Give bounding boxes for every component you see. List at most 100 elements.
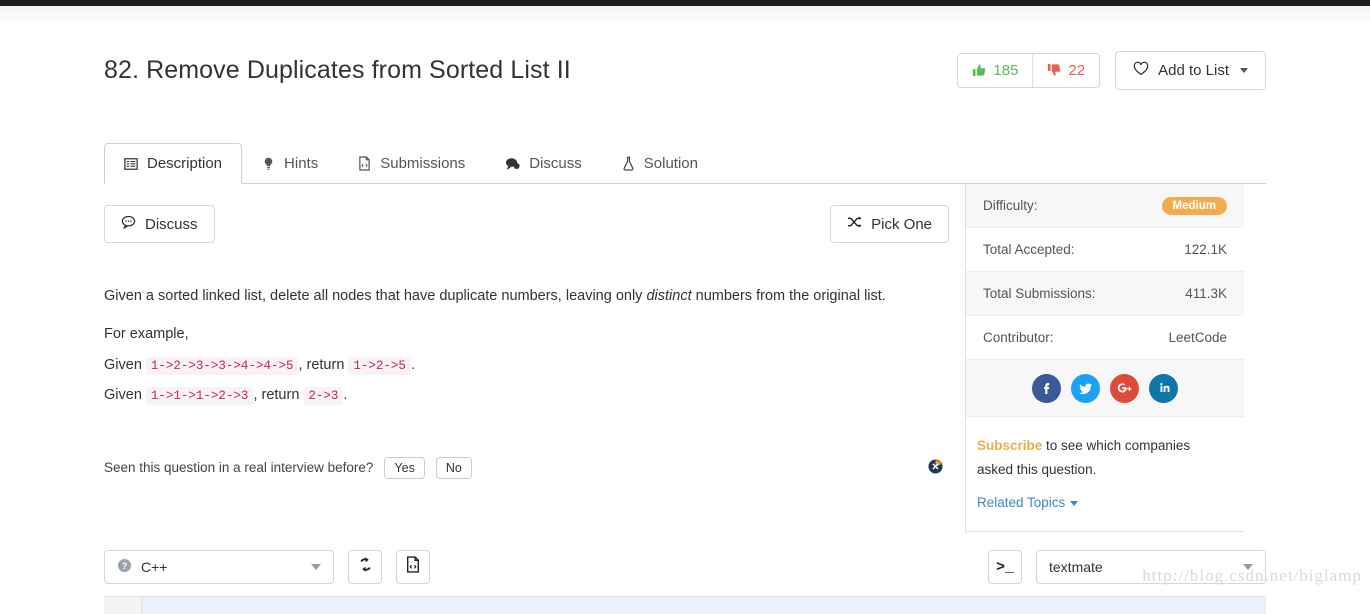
close-icon[interactable] (928, 459, 943, 474)
editor-active-line[interactable] (142, 597, 1266, 614)
example-row: Given 1->1->1->2->3, return 2->3. (104, 384, 949, 406)
interview-question-label: Seen this question in a real interview b… (104, 460, 374, 476)
stat-value: 411.3K (1185, 286, 1227, 301)
stat-label: Difficulty: (983, 198, 1038, 213)
intro-after: numbers from the original list. (691, 288, 886, 304)
intro-before: Given a sorted linked list, delete all n… (104, 288, 647, 304)
downvote-button[interactable]: 22 (1033, 53, 1100, 87)
stat-row-total-accepted: Total Accepted: 122.1K (966, 228, 1244, 272)
sidebar-divider (966, 530, 1244, 532)
example-input: 1->1->1->2->3 (145, 387, 254, 406)
tab-discuss[interactable]: Discuss (485, 143, 602, 184)
example-input: 1->2->3->3->4->4->5 (145, 356, 299, 375)
chevron-down-icon (1070, 500, 1079, 506)
social-share-row (966, 360, 1244, 417)
for-example-label: For example, (104, 326, 189, 343)
period: . (410, 356, 415, 373)
related-topics-link[interactable]: Related Topics (977, 491, 1079, 515)
content-split: Discuss Pick One Given a sorted linked l… (104, 184, 1266, 534)
upvote-button[interactable]: 185 (958, 53, 1034, 87)
interview-yes-button[interactable]: Yes (384, 456, 425, 479)
chevron-down-icon (1243, 564, 1253, 570)
thumbs-down-icon (1047, 63, 1061, 77)
interview-question-row: Seen this question in a real interview b… (104, 456, 949, 479)
intro-italic: distinct (646, 288, 692, 304)
subscribe-block: Subscribe to see which companies asked t… (966, 417, 1244, 531)
example-output: 2->3 (303, 387, 344, 406)
content-toolbar: Discuss Pick One (104, 184, 949, 243)
example-row: Given 1->2->3->3->4->4->5, return 1->2->… (104, 354, 949, 376)
tab-label: Solution (643, 155, 698, 172)
facebook-icon[interactable] (1032, 373, 1061, 403)
tab-label: Hints (284, 155, 319, 172)
thumbs-up-icon (972, 63, 986, 77)
add-to-list-button[interactable]: Add to List (1115, 50, 1266, 90)
pick-one-button[interactable]: Pick One (830, 205, 949, 243)
given-label: Given (104, 387, 142, 404)
return-label: , return (298, 356, 345, 373)
difficulty-badge: Medium (1161, 196, 1227, 215)
return-label: , return (253, 387, 300, 404)
reset-code-button[interactable] (348, 550, 382, 584)
tab-label: Submissions (380, 155, 466, 172)
file-code-icon (358, 156, 371, 171)
language-value: C++ (141, 559, 168, 575)
editor-toolbar-right: >_ textmate (988, 550, 1266, 584)
tab-bar: Description Hints Submissions Discuss So… (104, 138, 1266, 184)
linkedin-icon[interactable] (1149, 373, 1178, 403)
description-intro: Given a sorted linked list, delete all n… (104, 285, 949, 307)
editor-toolbar-left: ? C++ (104, 550, 430, 584)
page-header: 82. Remove Duplicates from Sorted List I… (104, 28, 1266, 100)
tab-description[interactable]: Description (104, 143, 243, 184)
subscribe-text-row: Subscribe to see which companies asked t… (977, 434, 1227, 481)
add-to-list-label: Add to List (1158, 61, 1229, 79)
chat-icon (505, 157, 520, 171)
list-icon (124, 157, 138, 171)
discuss-label: Discuss (145, 215, 198, 233)
editor-gutter (104, 597, 142, 614)
theme-value: textmate (1049, 559, 1103, 575)
header-gradient (0, 6, 1370, 28)
heart-icon (1133, 61, 1149, 80)
tab-label: Description (147, 155, 223, 172)
period: . (343, 387, 348, 404)
lightbulb-icon (262, 157, 275, 171)
editor-toolbar: ? C++ >_ textmate (104, 550, 1266, 584)
theme-select[interactable]: textmate (1036, 550, 1266, 584)
stat-row-contributor: Contributor: LeetCode (966, 316, 1244, 360)
subscribe-link[interactable]: Subscribe (977, 438, 1042, 453)
code-editor[interactable] (104, 596, 1266, 614)
discuss-button[interactable]: Discuss (104, 205, 215, 243)
example-output: 1->2->5 (348, 356, 411, 375)
given-label: Given (104, 356, 142, 373)
chevron-down-icon (311, 564, 321, 570)
related-topics-label: Related Topics (977, 495, 1066, 511)
header-actions: 185 22 Add to List (957, 50, 1266, 90)
interview-no-button[interactable]: No (435, 456, 472, 479)
problem-sidebar: Difficulty: Medium Total Accepted: 122.1… (966, 184, 1244, 534)
file-code-icon (405, 556, 421, 578)
main-content: Discuss Pick One Given a sorted linked l… (104, 184, 966, 534)
tab-submissions[interactable]: Submissions (338, 143, 485, 184)
problem-page: 82. Remove Duplicates from Sorted List I… (0, 28, 1370, 614)
vote-button-group: 185 22 (957, 52, 1101, 88)
stat-label: Contributor: (983, 330, 1054, 345)
tab-hints[interactable]: Hints (242, 143, 338, 184)
page-title: 82. Remove Duplicates from Sorted List I… (104, 55, 571, 84)
code-file-button[interactable] (396, 550, 430, 584)
googleplus-icon[interactable] (1110, 373, 1139, 403)
problem-description: Given a sorted linked list, delete all n… (104, 243, 949, 407)
downvote-count: 22 (1068, 61, 1086, 79)
twitter-icon[interactable] (1071, 373, 1100, 403)
language-select[interactable]: ? C++ (104, 550, 334, 584)
tab-solution[interactable]: Solution (602, 143, 718, 184)
help-icon: ? (117, 558, 132, 576)
stat-row-difficulty: Difficulty: Medium (966, 184, 1244, 228)
chevron-down-icon (1240, 67, 1248, 73)
console-icon: >_ (995, 558, 1014, 576)
console-button[interactable]: >_ (988, 550, 1022, 584)
flask-icon (622, 156, 635, 171)
tab-label: Discuss (529, 155, 582, 172)
svg-text:?: ? (122, 561, 128, 571)
stat-value: LeetCode (1168, 330, 1227, 345)
